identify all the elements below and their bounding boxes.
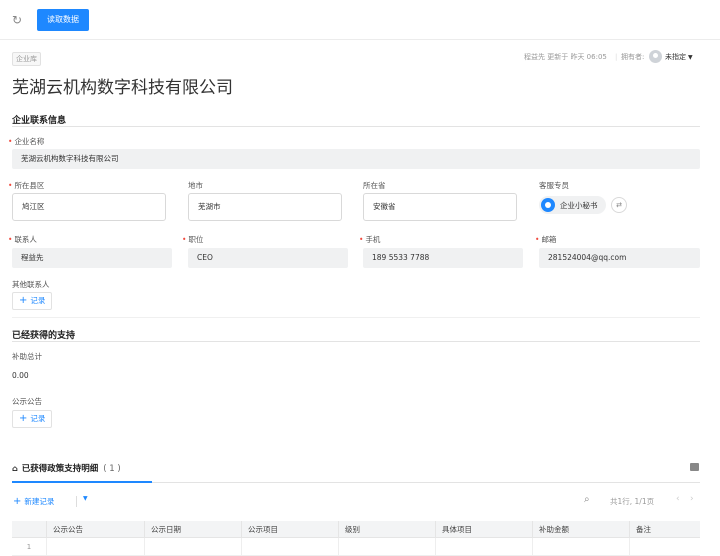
- section-divider: [12, 341, 700, 342]
- table-cell[interactable]: [144, 538, 241, 556]
- company-name-label: • 企业名称: [8, 137, 45, 146]
- tab-active-indicator: [12, 481, 152, 483]
- fullscreen-icon[interactable]: [690, 463, 699, 471]
- table-header: 公示公告 公示日期 公示项目 级别 具体项目 补助金额 备注: [12, 521, 700, 538]
- phone-label: • 手机: [359, 235, 381, 244]
- read-data-button[interactable]: 读取数据: [37, 9, 89, 31]
- plus-icon: +: [13, 496, 22, 507]
- phone-field[interactable]: 189 5533 7788: [363, 248, 523, 268]
- city-select[interactable]: 芜湖市: [188, 193, 342, 221]
- updated-by-text: 程益先 更新于 昨天 06:05: [524, 53, 607, 61]
- email-label: • 邮箱: [535, 235, 557, 244]
- tab-count: ( 1 ): [103, 464, 121, 474]
- service-agent-name: 企业小秘书: [560, 200, 598, 210]
- record-type-tag: 企业库: [12, 52, 41, 66]
- new-record-button[interactable]: + 新建记录: [13, 493, 54, 510]
- table-cell[interactable]: [629, 538, 700, 556]
- next-page-icon[interactable]: ›: [690, 494, 694, 504]
- subsidy-total-label: 补助总计: [12, 352, 42, 361]
- table-row[interactable]: [12, 538, 700, 556]
- table-cell[interactable]: [338, 538, 435, 556]
- province-select[interactable]: 安徽省: [363, 193, 517, 221]
- company-name-field[interactable]: 芜湖云机构数字科技有限公司: [12, 149, 700, 169]
- pager-text: 共1行, 1/1页: [610, 497, 655, 506]
- column-header[interactable]: 具体项目: [435, 521, 532, 538]
- plus-icon: +: [19, 295, 28, 306]
- table-cell[interactable]: [532, 538, 629, 556]
- button-separator: [76, 496, 77, 507]
- column-header[interactable]: 备注: [629, 521, 700, 538]
- service-agent-chip[interactable]: 企业小秘书: [539, 196, 606, 214]
- contact-field[interactable]: 程益先: [12, 248, 172, 268]
- plus-icon: +: [19, 413, 28, 424]
- contact-section-title: 企业联系信息: [12, 116, 67, 126]
- other-contacts-label: 其他联系人: [12, 280, 50, 289]
- owner-label: 拥有者:: [621, 53, 645, 61]
- column-header[interactable]: 级别: [338, 521, 435, 538]
- province-label: 所在省: [363, 181, 386, 190]
- owner-avatar[interactable]: [649, 50, 662, 63]
- table-cell[interactable]: [241, 538, 338, 556]
- swap-icon[interactable]: ⇄: [611, 197, 627, 213]
- contact-label: • 联系人: [8, 235, 37, 244]
- add-contact-record-button[interactable]: + 记录: [12, 292, 53, 310]
- email-field[interactable]: 281524004@qq.com: [539, 248, 700, 268]
- table-cell[interactable]: [46, 538, 144, 556]
- home-icon: ⌂: [12, 464, 18, 473]
- support-section-title: 已经获得的支持: [12, 331, 76, 341]
- position-field[interactable]: CEO: [188, 248, 348, 268]
- column-header[interactable]: 补助金额: [532, 521, 629, 538]
- meta-separator: |: [615, 53, 618, 61]
- prev-page-icon[interactable]: ‹: [676, 494, 680, 504]
- column-header[interactable]: 公示项目: [241, 521, 338, 538]
- chevron-down-icon: ▼: [688, 54, 693, 61]
- section-divider: [12, 126, 700, 127]
- top-toolbar: ↻ 读取数据: [0, 0, 720, 40]
- column-header[interactable]: 公示公告: [46, 521, 144, 538]
- tab-policy-support-details[interactable]: ⌂ 已获得政策支持明细 ( 1 ): [12, 462, 121, 474]
- bot-avatar-icon: [541, 198, 555, 212]
- add-announcement-record-button[interactable]: + 记录: [12, 410, 53, 428]
- owner-name[interactable]: 未指定 ▼: [665, 51, 693, 64]
- chevron-down-icon[interactable]: ▼: [83, 495, 88, 502]
- row-number: 1: [26, 543, 32, 551]
- section-divider: [12, 317, 700, 318]
- refresh-icon[interactable]: ↻: [10, 13, 24, 27]
- service-label: 客服专员: [539, 181, 569, 190]
- district-select[interactable]: 鸠江区: [12, 193, 166, 221]
- column-header[interactable]: 公示日期: [144, 521, 241, 538]
- position-label: • 职位: [182, 235, 204, 244]
- search-icon[interactable]: ⌕: [584, 494, 590, 505]
- district-label: • 所在县区: [8, 181, 45, 190]
- city-label: 地市: [188, 181, 203, 190]
- announcement-label: 公示公告: [12, 397, 42, 406]
- subsidy-total-value: 0.00: [12, 371, 29, 380]
- table-cell[interactable]: [435, 538, 532, 556]
- page-title: 芜湖云机构数字科技有限公司: [12, 78, 233, 98]
